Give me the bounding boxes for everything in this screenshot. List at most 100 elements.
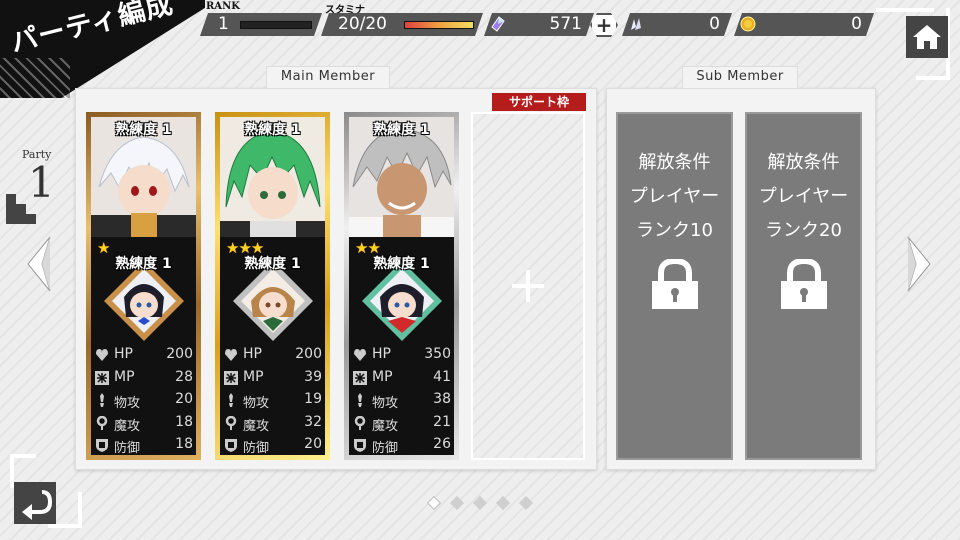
add-support-plus-icon[interactable] — [510, 268, 546, 304]
stat-value: 200 — [295, 346, 322, 362]
stat-row-mp: MP 28 — [95, 368, 193, 391]
home-frame — [916, 76, 950, 80]
mp-icon — [353, 370, 367, 385]
stat-row-physical-attack: 物攻 19 — [224, 390, 322, 413]
stat-value: 26 — [433, 436, 451, 452]
stat-label: MP — [243, 368, 264, 385]
stat-label: 防御 — [372, 441, 399, 456]
stat-value: 41 — [433, 368, 451, 385]
sub-proficiency-label: 熟練度 1 — [244, 256, 301, 272]
lock-icon — [781, 259, 827, 309]
gold-count: 0 — [851, 14, 862, 34]
stat-row-hp: HP 200 — [95, 345, 193, 368]
sub-member-tab: Sub Member — [682, 66, 798, 88]
locked-sub-slot-2: 解放条件 プレイヤー ランク20 — [745, 112, 862, 460]
stat-row-hp: HP 350 — [353, 345, 451, 368]
stats-list: HP 200 MP 39 物攻 19 魔攻 32 防御 20 — [224, 345, 322, 458]
rank-box: 1 — [200, 13, 322, 36]
stat-label: HP — [114, 346, 133, 362]
buy-crystal-button[interactable]: + — [590, 13, 618, 37]
stat-row-mp: MP 39 — [224, 368, 322, 391]
stat-row-magic-attack: 魔攻 21 — [353, 413, 451, 436]
page-dot-1[interactable] — [426, 495, 442, 511]
stat-value: 200 — [166, 346, 193, 362]
stat-value: 38 — [433, 391, 451, 407]
page-dot-5[interactable] — [518, 495, 534, 511]
crystal-icon — [490, 16, 506, 32]
stat-row-magic-attack: 魔攻 18 — [95, 413, 193, 436]
home-tile — [906, 16, 948, 58]
rank-label: RANK — [206, 1, 240, 12]
unlock-condition-player: プレイヤー — [758, 186, 849, 207]
wand-icon — [225, 415, 237, 430]
stat-row-defense: 防御 20 — [224, 435, 322, 458]
home-button[interactable] — [876, 8, 952, 80]
sword-icon — [100, 393, 104, 407]
proficiency-label: 熟練度 1 — [373, 122, 430, 138]
stat-value: 19 — [304, 391, 322, 407]
stats-list: HP 350 MP 41 物攻 38 魔攻 21 防御 26 — [353, 345, 451, 458]
card-inner: 熟練度 1 ★ 熟練度 1 HP 200 MP 28 物攻 20 魔攻 18 防… — [91, 117, 196, 458]
prev-party-arrow-icon[interactable] — [26, 235, 54, 293]
stamina-box: 20/20 — [321, 13, 483, 36]
proficiency-label: 熟練度 1 — [115, 122, 172, 138]
stat-value: 350 — [424, 346, 451, 362]
shard-count: 0 — [709, 14, 720, 34]
home-icon — [913, 25, 941, 49]
stamina-bar — [404, 21, 474, 29]
stat-label: 物攻 — [243, 396, 270, 411]
page-dot-3[interactable] — [472, 495, 488, 511]
stat-value: 39 — [304, 368, 322, 385]
wand-icon — [96, 415, 108, 430]
sub-character-portrait — [362, 261, 442, 341]
stat-value: 20 — [304, 436, 322, 452]
sub-proficiency-label: 熟練度 1 — [115, 256, 172, 272]
stat-row-hp: HP 200 — [224, 345, 322, 368]
sub-character-portrait — [233, 261, 313, 341]
coin-icon — [740, 16, 756, 32]
stat-row-defense: 防御 26 — [353, 435, 451, 458]
stats-list: HP 200 MP 28 物攻 20 魔攻 18 防御 18 — [95, 345, 193, 458]
stat-label: 魔攻 — [372, 418, 399, 434]
stat-label: 防御 — [243, 441, 270, 456]
stat-label: MP — [114, 368, 135, 385]
title-stripes — [0, 58, 70, 98]
shard-box: 0 — [622, 13, 732, 36]
stat-label: 魔攻 — [243, 418, 270, 434]
mp-icon — [95, 370, 109, 385]
stat-label: 物攻 — [372, 396, 399, 411]
sword-icon — [358, 393, 362, 407]
stamina-bar-fill — [405, 22, 473, 28]
shield-icon — [96, 439, 108, 452]
unlock-condition-label: 解放条件 — [638, 152, 711, 173]
unlock-condition-label: 解放条件 — [767, 152, 840, 173]
stat-row-magic-attack: 魔攻 32 — [224, 413, 322, 436]
stat-value: 21 — [433, 413, 451, 430]
stat-row-physical-attack: 物攻 20 — [95, 390, 193, 413]
stat-value: 20 — [175, 391, 193, 407]
page-dot-2[interactable] — [449, 495, 465, 511]
stat-label: 防御 — [114, 441, 141, 456]
proficiency-label: 熟練度 1 — [244, 122, 301, 138]
stat-value: 32 — [304, 413, 322, 430]
stamina-value: 20/20 — [338, 14, 387, 34]
stat-label: 魔攻 — [114, 418, 141, 434]
card-inner: 熟練度 1 ★★★ 熟練度 1 HP 200 MP 39 物攻 19 魔攻 32… — [220, 117, 325, 458]
sword-icon — [229, 393, 233, 407]
stat-value: 18 — [175, 413, 193, 430]
rank-progress-bar — [240, 21, 312, 29]
heart-icon — [225, 349, 237, 361]
page-dot-4[interactable] — [495, 495, 511, 511]
stairs-icon — [6, 194, 36, 224]
shield-icon — [225, 439, 237, 452]
main-member-tab: Main Member — [266, 66, 390, 88]
next-party-arrow-icon[interactable] — [904, 235, 932, 293]
stat-label: 物攻 — [114, 396, 141, 411]
rank-value: 1 — [218, 14, 229, 34]
member-card-1[interactable]: 熟練度 1 ★ 熟練度 1 HP 200 MP 28 物攻 20 魔攻 18 防… — [86, 112, 201, 460]
stat-row-physical-attack: 物攻 38 — [353, 390, 451, 413]
back-button[interactable] — [8, 452, 84, 530]
member-card-2[interactable]: 熟練度 1 ★★★ 熟練度 1 HP 200 MP 39 物攻 19 魔攻 32… — [215, 112, 330, 460]
unlock-condition-rank: ランク20 — [765, 220, 842, 241]
member-card-3[interactable]: 熟練度 1 ★★ 熟練度 1 HP 350 MP 41 物攻 38 魔攻 21 … — [344, 112, 459, 460]
